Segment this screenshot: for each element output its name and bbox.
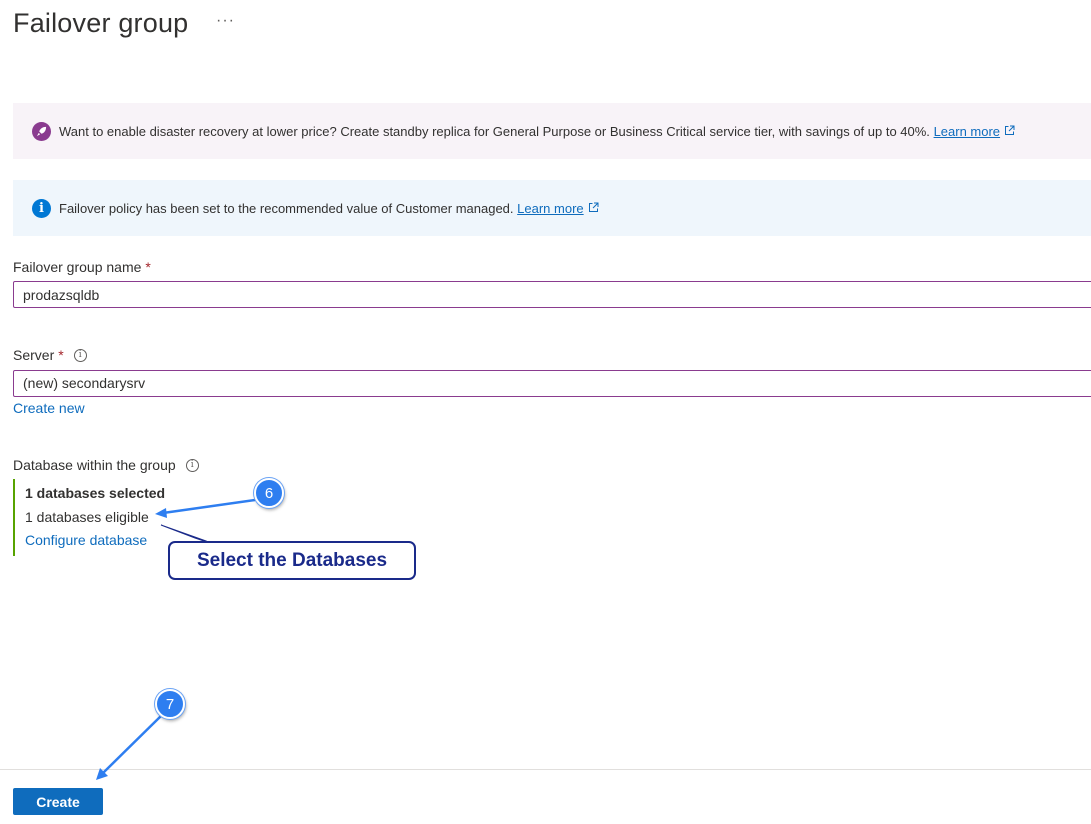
required-marker: *: [145, 259, 151, 275]
group-name-label-text: Failover group name: [13, 259, 142, 275]
create-new-server-link[interactable]: Create new: [13, 400, 85, 416]
database-label-text: Database within the group: [13, 457, 176, 473]
footer-divider: [0, 769, 1091, 770]
group-name-input[interactable]: [13, 281, 1091, 308]
database-label: Database within the group i: [13, 457, 199, 473]
databases-selected-count: 1 databases selected: [25, 485, 166, 501]
promo-banner: Want to enable disaster recovery at lowe…: [13, 103, 1091, 159]
page-title: Failover group: [13, 8, 189, 38]
external-link-icon: [588, 201, 599, 216]
external-link-icon: [1004, 124, 1015, 139]
databases-eligible-count: 1 databases eligible: [25, 509, 149, 525]
info-tooltip-icon[interactable]: i: [73, 348, 87, 362]
step-6-badge: 6: [254, 478, 284, 508]
info-icon: i: [32, 198, 51, 218]
more-options-icon[interactable]: ···: [216, 12, 235, 30]
required-marker: *: [58, 347, 64, 363]
rocket-icon: [32, 121, 51, 141]
info-banner-text: Failover policy has been set to the reco…: [59, 200, 514, 216]
step7-arrow: [102, 713, 164, 774]
server-label-text: Server: [13, 347, 55, 363]
info-banner: i Failover policy has been set to the re…: [13, 180, 1091, 236]
server-select[interactable]: (new) secondarysrv: [13, 370, 1091, 397]
configure-database-link[interactable]: Configure database: [25, 532, 147, 548]
promo-learn-more-link[interactable]: Learn more: [934, 124, 1000, 139]
promo-banner-text: Want to enable disaster recovery at lowe…: [59, 123, 930, 139]
create-button[interactable]: Create: [13, 788, 103, 815]
info-learn-more-link[interactable]: Learn more: [517, 201, 583, 216]
group-name-label: Failover group name *: [13, 259, 151, 275]
annotation-callout: Select the Databases: [168, 541, 416, 580]
step-7-badge: 7: [155, 689, 185, 719]
info-tooltip-icon[interactable]: i: [185, 458, 199, 472]
server-label: Server * i: [13, 347, 87, 363]
